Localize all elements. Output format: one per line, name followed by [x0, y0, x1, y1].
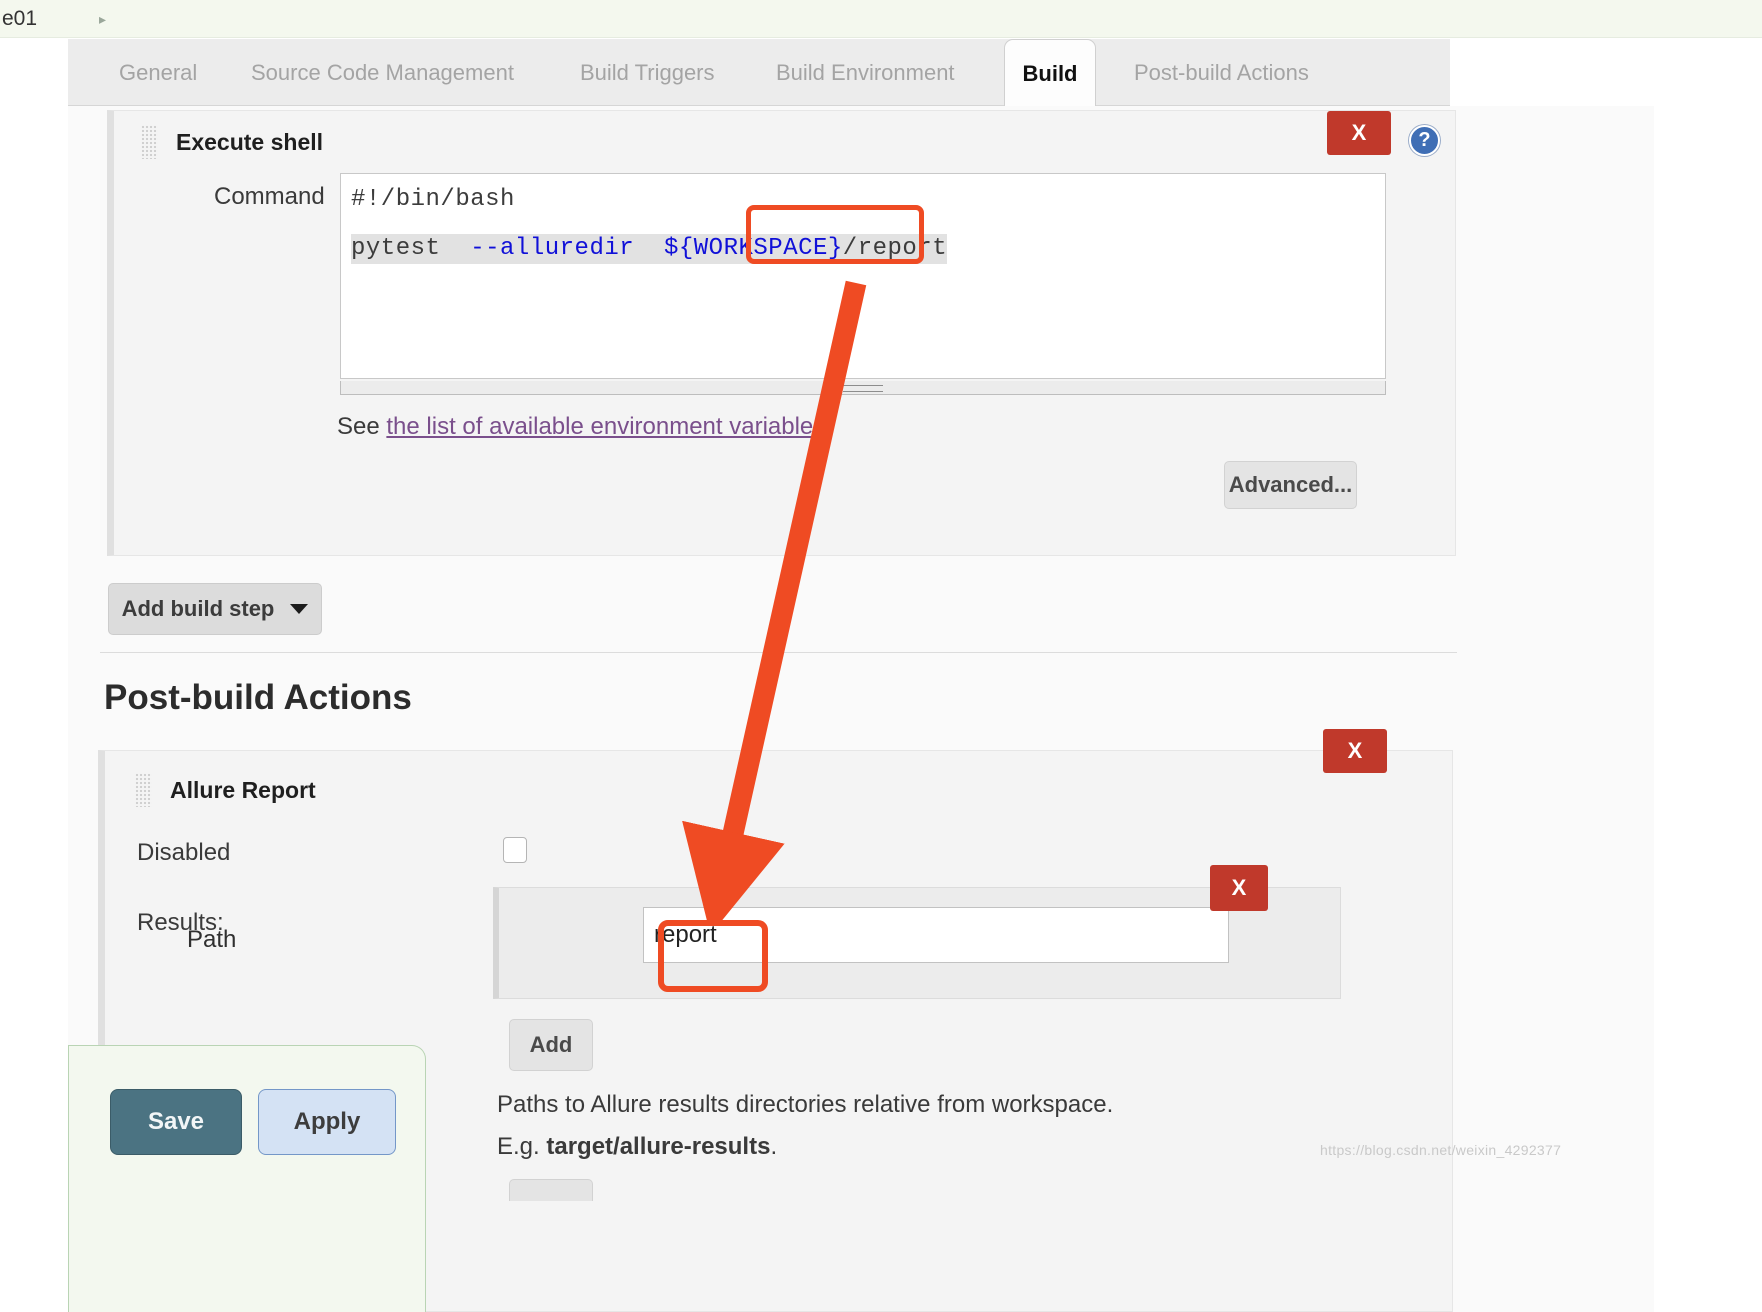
env-help-prefix: See	[337, 413, 387, 440]
disabled-checkbox[interactable]	[503, 837, 527, 863]
drag-handle-icon[interactable]	[135, 773, 152, 807]
cmd-token-report-path: /report	[842, 235, 948, 262]
tab-post-build-actions[interactable]: Post-build Actions	[1116, 39, 1327, 106]
cmd-token-workspace-var: ${WORKSPACE}	[663, 235, 843, 262]
drag-handle-icon[interactable]	[141, 125, 158, 159]
helper-suffix: .	[770, 1133, 778, 1160]
tab-build-triggers[interactable]: Build Triggers	[562, 39, 733, 106]
tab-source-code-management[interactable]: Source Code Management	[233, 39, 532, 106]
textarea-resize-handle[interactable]	[340, 381, 1386, 395]
delete-path-row-button[interactable]: X	[1210, 865, 1268, 911]
section-divider	[100, 652, 1457, 653]
breadcrumb-bar: e01 ▸	[0, 0, 1762, 38]
environment-variables-help: See the list of available environment va…	[337, 413, 825, 441]
form-footer-bar: Save Apply	[68, 1045, 426, 1312]
delete-build-step-button[interactable]: X	[1327, 111, 1391, 155]
add-build-step-button[interactable]: Add build step	[108, 583, 322, 635]
build-step-title: Execute shell	[176, 128, 324, 155]
add-build-step-label: Add build step	[121, 596, 275, 621]
build-step-execute-shell: Execute shell X ? Command #!/bin/bash py…	[107, 110, 1456, 556]
allure-helper-text-line-2: E.g. target/allure-results.	[497, 1133, 777, 1161]
advanced-button-stub[interactable]	[509, 1179, 593, 1201]
cmd-token-space	[634, 235, 664, 262]
chevron-down-icon	[290, 604, 309, 614]
tab-build[interactable]: Build	[1004, 39, 1096, 107]
advanced-button[interactable]: Advanced...	[1224, 461, 1357, 509]
save-button[interactable]: Save	[110, 1089, 242, 1155]
cmd-token-alluredir-flag: --alluredir	[470, 235, 635, 262]
command-textarea[interactable]: #!/bin/bash pytest --alluredir ${WORKSPA…	[340, 173, 1386, 379]
tab-build-environment[interactable]: Build Environment	[758, 39, 973, 106]
allure-report-header: Allure Report	[135, 773, 316, 807]
chevron-right-icon[interactable]: ▸	[99, 12, 106, 26]
allure-helper-text-line-1: Paths to Allure results directories rela…	[497, 1091, 1114, 1118]
path-input[interactable]	[643, 907, 1229, 963]
config-tab-bar: General Source Code Management Build Tri…	[68, 39, 1450, 107]
environment-variables-link[interactable]: the list of available environment variab…	[386, 413, 825, 440]
cmd-token-pytest: pytest	[351, 235, 471, 262]
command-line-pytest: pytest --alluredir ${WORKSPACE}/report	[351, 234, 948, 264]
disabled-label: Disabled	[137, 839, 231, 866]
allure-report-title: Allure Report	[170, 776, 316, 803]
tab-general[interactable]: General	[101, 39, 215, 106]
delete-post-build-action-button[interactable]: X	[1323, 729, 1387, 773]
add-path-button[interactable]: Add	[509, 1019, 593, 1071]
helper-example-path: target/allure-results	[546, 1133, 771, 1160]
apply-button[interactable]: Apply	[258, 1089, 396, 1155]
command-line-shebang: #!/bin/bash	[351, 186, 515, 213]
post-build-actions-heading: Post-build Actions	[104, 678, 412, 717]
breadcrumb-item-job[interactable]: e01	[2, 7, 37, 31]
build-step-header: Execute shell	[141, 125, 323, 159]
help-icon[interactable]: ?	[1409, 125, 1440, 156]
path-label: Path	[187, 926, 237, 953]
command-label: Command	[214, 183, 325, 210]
helper-prefix: E.g.	[497, 1133, 547, 1160]
